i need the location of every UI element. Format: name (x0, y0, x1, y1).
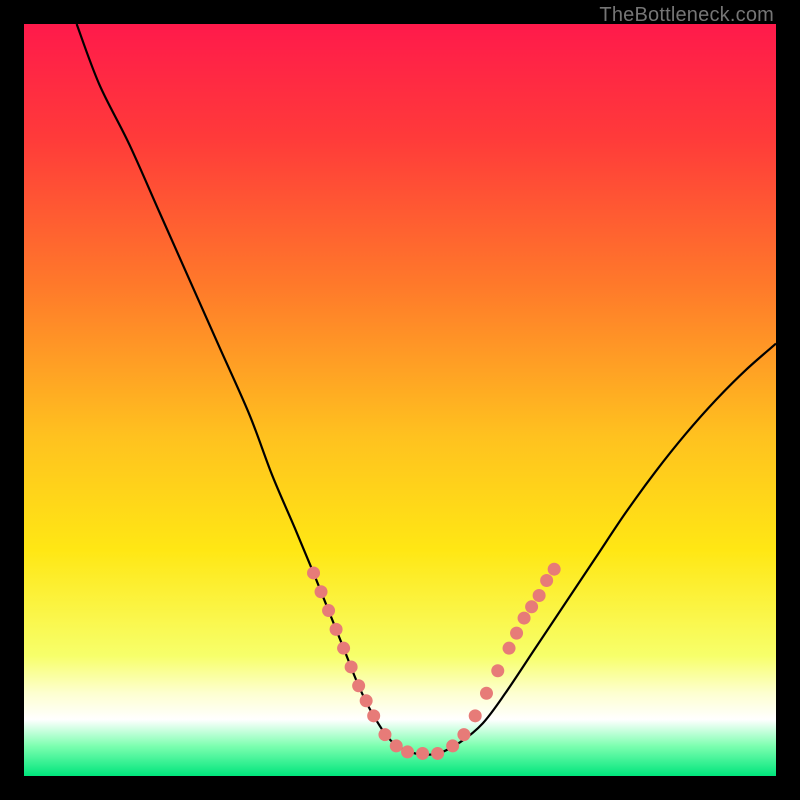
curve-marker (533, 589, 546, 602)
curve-marker (469, 709, 482, 722)
curve-marker (378, 728, 391, 741)
chart-background (24, 24, 776, 776)
curve-marker (540, 574, 553, 587)
chart-svg (24, 24, 776, 776)
curve-marker (503, 642, 516, 655)
curve-marker (510, 627, 523, 640)
curve-marker (315, 585, 328, 598)
curve-marker (491, 664, 504, 677)
curve-marker (525, 600, 538, 613)
curve-marker (360, 694, 373, 707)
curve-marker (416, 747, 429, 760)
curve-marker (548, 563, 561, 576)
curve-marker (330, 623, 343, 636)
curve-marker (401, 745, 414, 758)
curve-marker (322, 604, 335, 617)
curve-marker (518, 612, 531, 625)
curve-marker (480, 687, 493, 700)
curve-marker (352, 679, 365, 692)
curve-marker (367, 709, 380, 722)
curve-marker (345, 660, 358, 673)
curve-marker (457, 728, 470, 741)
chart-frame (24, 24, 776, 776)
curve-marker (446, 739, 459, 752)
curve-marker (390, 739, 403, 752)
curve-marker (337, 642, 350, 655)
curve-marker (431, 747, 444, 760)
curve-marker (307, 566, 320, 579)
